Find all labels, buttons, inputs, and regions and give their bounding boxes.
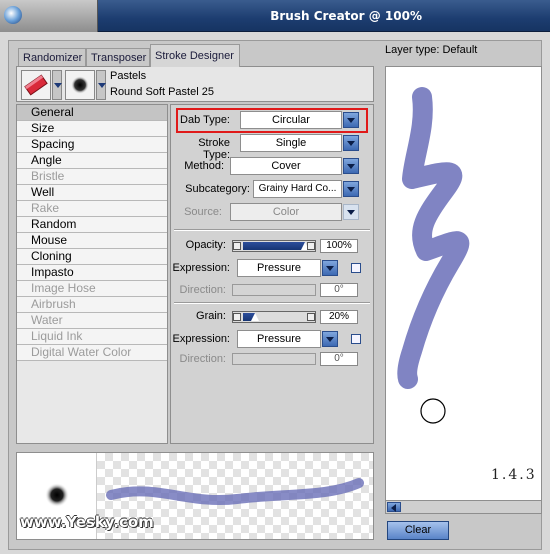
tab-randomizer[interactable]: Randomizer (18, 48, 86, 66)
grain-slider[interactable] (232, 311, 316, 323)
grain-increase-arrow[interactable] (307, 313, 315, 321)
opacity-value[interactable]: 100% (320, 239, 358, 253)
category-list: General Size Spacing Angle Bristle Well … (16, 104, 168, 444)
brush-cursor-circle (420, 398, 446, 424)
watermark: www.Yesky.com (20, 513, 154, 531)
direction-2-label: Direction: (179, 353, 226, 365)
tab-transposer[interactable]: Transposer (86, 48, 150, 66)
expression-1-select[interactable]: Pressure (237, 259, 321, 277)
category-well[interactable]: Well (17, 185, 167, 201)
expression-2-select[interactable]: Pressure (237, 330, 321, 348)
category-angle[interactable]: Angle (17, 153, 167, 169)
subcategory-label: Subcategory: (185, 183, 250, 195)
subcategory-select[interactable]: Grainy Hard Co... (253, 180, 342, 198)
scratch-pad-stroke (397, 87, 470, 424)
clear-button[interactable]: Clear (387, 521, 449, 540)
brush-category-dropdown[interactable] (52, 70, 62, 100)
category-size[interactable]: Size (17, 121, 167, 137)
app-icon (4, 6, 22, 24)
opacity-label: Opacity: (185, 239, 226, 251)
direction-2-slider[interactable] (232, 353, 316, 365)
direction-1-label: Direction: (179, 284, 226, 296)
category-bristle[interactable]: Bristle (17, 169, 167, 185)
source-dropdown-button[interactable] (343, 204, 359, 220)
window-title: Brush Creator @ 100% (270, 9, 422, 23)
brush-variant-name: Round Soft Pastel 25 (110, 86, 214, 98)
grain-value[interactable]: 20% (320, 310, 358, 324)
opacity-slider[interactable] (232, 240, 316, 252)
scratch-pad-scrollbar[interactable] (385, 500, 542, 514)
version-number: 1.4.3 (491, 467, 537, 483)
expression-1-invert-checkbox[interactable] (351, 263, 361, 273)
opacity-slider-fill (243, 242, 305, 250)
category-rake[interactable]: Rake (17, 201, 167, 217)
source-label: Source: (184, 206, 222, 218)
category-random[interactable]: Random (17, 217, 167, 233)
dab-type-label: Dab Type: (180, 114, 230, 126)
scroll-left-arrow[interactable] (387, 502, 401, 512)
expression-2-dropdown-button[interactable] (322, 331, 338, 347)
method-dropdown-button[interactable] (343, 158, 359, 174)
divider-1 (174, 229, 370, 231)
brush-category-button[interactable] (21, 70, 51, 100)
category-digital-water-color[interactable]: Digital Water Color (17, 345, 167, 361)
brush-variant-dropdown[interactable] (96, 70, 106, 100)
category-mouse[interactable]: Mouse (17, 233, 167, 249)
direction-1-value[interactable]: 0° (320, 283, 358, 297)
category-impasto[interactable]: Impasto (17, 265, 167, 281)
window-cap (0, 0, 98, 32)
category-water[interactable]: Water (17, 313, 167, 329)
stroke-type-select[interactable]: Single (240, 134, 342, 152)
grain-decrease-arrow[interactable] (233, 313, 241, 321)
brush-selector-bar: Pastels Round Soft Pastel 25 (16, 66, 374, 102)
dab-type-dropdown-button[interactable] (343, 112, 359, 128)
expression-1-dropdown-button[interactable] (322, 260, 338, 276)
expression-1-label: Expression: (172, 262, 230, 274)
stroke-type-label: Stroke Type: (198, 137, 230, 161)
pastel-icon (24, 74, 48, 96)
scratch-pad[interactable]: 1.4.3 (385, 66, 542, 502)
title-bar: Brush Creator @ 100% (0, 0, 550, 32)
category-liquid-ink[interactable]: Liquid Ink (17, 329, 167, 345)
category-general[interactable]: General (17, 105, 167, 121)
direction-1-slider[interactable] (232, 284, 316, 296)
category-airbrush[interactable]: Airbrush (17, 297, 167, 313)
brush-variant-button[interactable] (65, 70, 95, 100)
opacity-increase-arrow[interactable] (307, 242, 315, 250)
subcategory-dropdown-button[interactable] (343, 181, 359, 197)
brush-category-name: Pastels (110, 70, 147, 82)
direction-2-value[interactable]: 0° (320, 352, 358, 366)
dab-type-select[interactable]: Circular (240, 111, 342, 129)
grain-label: Grain: (196, 310, 226, 322)
category-spacing[interactable]: Spacing (17, 137, 167, 153)
category-cloning[interactable]: Cloning (17, 249, 167, 265)
opacity-decrease-arrow[interactable] (233, 242, 241, 250)
tab-stroke-designer[interactable]: Stroke Designer (150, 44, 240, 67)
tab-strip: Randomizer Transposer Stroke Designer (18, 44, 248, 67)
method-label: Method: (184, 160, 224, 172)
dab-icon (71, 76, 89, 94)
stroke-type-dropdown-button[interactable] (343, 135, 359, 151)
layer-type-label: Layer type: Default (385, 44, 478, 56)
source-select[interactable]: Color (230, 203, 342, 221)
divider-2 (174, 302, 370, 304)
category-image-hose[interactable]: Image Hose (17, 281, 167, 297)
method-select[interactable]: Cover (230, 157, 342, 175)
expression-2-label: Expression: (172, 333, 230, 345)
expression-2-invert-checkbox[interactable] (351, 334, 361, 344)
grain-slider-knob[interactable] (251, 313, 260, 321)
